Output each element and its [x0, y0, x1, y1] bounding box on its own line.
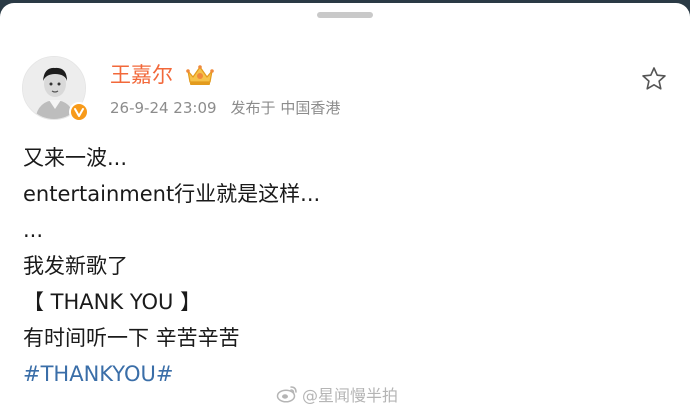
post-text-line: 又来一波...: [23, 146, 128, 170]
vip-crown-icon[interactable]: [185, 64, 215, 86]
post-text-line: 我发新歌了: [23, 254, 128, 278]
favorite-star-icon[interactable]: [640, 65, 668, 93]
verified-badge-icon: [69, 102, 89, 122]
weibo-logo-icon: [276, 386, 297, 403]
username-link[interactable]: 王嘉尔: [110, 62, 173, 88]
post-card: 王嘉尔 26-9-24 23:09 发布于 中国香港 又来一波... entert…: [0, 3, 690, 408]
post-timestamp: 26-9-24 23:09: [110, 99, 217, 117]
post-text-line: 【 THANK YOU 】: [23, 290, 202, 314]
post-location: 发布于 中国香港: [230, 99, 341, 117]
post-text-line: 有时间听一下 辛苦辛苦: [23, 326, 240, 350]
post-text-line: entertainment行业就是这样...: [23, 182, 321, 206]
post-meta: 26-9-24 23:09 发布于 中国香港: [110, 98, 340, 118]
watermark-text: @星闻慢半拍: [302, 386, 399, 405]
post-body: 又来一波... entertainment行业就是这样... ... 我发新歌了…: [23, 140, 663, 392]
watermark: @星闻慢半拍: [276, 383, 398, 405]
drag-handle[interactable]: [317, 12, 373, 18]
post-text-line: ...: [23, 218, 44, 242]
